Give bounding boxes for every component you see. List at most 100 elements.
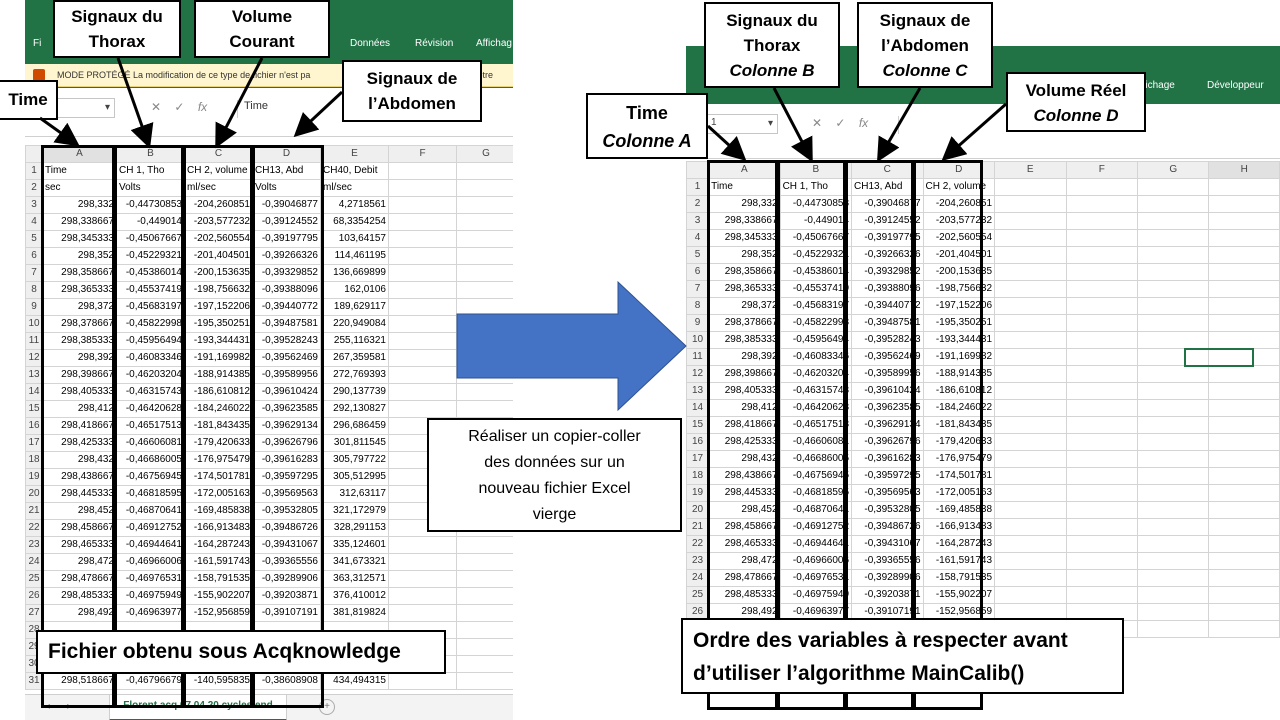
empty-cell[interactable] xyxy=(1136,212,1210,230)
empty-cell[interactable] xyxy=(456,587,513,605)
row-header[interactable]: 3 xyxy=(686,212,710,230)
empty-cell[interactable] xyxy=(994,484,1067,502)
empty-cell[interactable] xyxy=(456,366,513,384)
confirm-icon[interactable]: ✓ xyxy=(174,100,184,114)
empty-cell[interactable] xyxy=(994,280,1067,298)
empty-cell[interactable] xyxy=(456,672,513,690)
row-header[interactable]: 22 xyxy=(25,519,43,537)
row-header[interactable]: 4 xyxy=(25,213,43,231)
row-header[interactable]: 22 xyxy=(686,535,710,553)
empty-cell[interactable] xyxy=(994,501,1067,519)
corner-cell[interactable] xyxy=(25,145,43,163)
row-header[interactable]: 12 xyxy=(686,365,710,383)
empty-cell[interactable] xyxy=(388,570,457,588)
empty-cell[interactable] xyxy=(456,638,513,656)
column-header-g[interactable]: G xyxy=(1136,161,1210,179)
empty-cell[interactable] xyxy=(994,552,1067,570)
row-header[interactable]: 3 xyxy=(25,196,43,214)
empty-cell[interactable] xyxy=(1136,365,1210,383)
row-header[interactable]: 13 xyxy=(25,366,43,384)
cell-e[interactable]: 305,797722 xyxy=(320,451,389,469)
empty-cell[interactable] xyxy=(456,196,513,214)
cell-e[interactable]: 328,291153 xyxy=(320,519,389,537)
cell-e[interactable]: 272,769393 xyxy=(320,366,389,384)
empty-cell[interactable] xyxy=(1136,467,1210,485)
ribbon-file-tab[interactable]: Fi xyxy=(33,38,41,49)
empty-cell[interactable] xyxy=(994,416,1067,434)
row-header[interactable]: 11 xyxy=(25,332,43,350)
empty-cell[interactable] xyxy=(1065,382,1138,400)
row-header[interactable]: 17 xyxy=(25,434,43,452)
empty-cell[interactable] xyxy=(1065,416,1138,434)
cell-e[interactable]: 305,512995 xyxy=(320,468,389,486)
row-header[interactable]: 5 xyxy=(686,246,710,264)
empty-cell[interactable] xyxy=(1065,586,1138,604)
empty-cell[interactable] xyxy=(994,365,1067,383)
cell-e[interactable]: 290,137739 xyxy=(320,383,389,401)
empty-cell[interactable] xyxy=(1136,586,1210,604)
row-header[interactable]: 24 xyxy=(25,553,43,571)
empty-cell[interactable] xyxy=(1208,263,1280,281)
empty-cell[interactable] xyxy=(1136,603,1210,621)
empty-cell[interactable] xyxy=(1208,552,1280,570)
column-header-f[interactable]: F xyxy=(388,145,457,163)
cell-e[interactable]: 189,629117 xyxy=(320,298,389,316)
empty-cell[interactable] xyxy=(1065,433,1138,451)
empty-cell[interactable] xyxy=(456,179,513,197)
row-header[interactable]: 2 xyxy=(686,195,710,213)
row-header[interactable]: 24 xyxy=(686,569,710,587)
row-header[interactable]: 31 xyxy=(25,672,43,690)
empty-cell[interactable] xyxy=(1208,416,1280,434)
empty-cell[interactable] xyxy=(1065,552,1138,570)
empty-cell[interactable] xyxy=(456,332,513,350)
empty-cell[interactable] xyxy=(456,264,513,282)
empty-cell[interactable] xyxy=(994,195,1067,213)
empty-cell[interactable] xyxy=(388,162,457,180)
empty-cell[interactable] xyxy=(1136,501,1210,519)
row-header[interactable]: 11 xyxy=(686,348,710,366)
ribbon-developer-tab[interactable]: Développeur xyxy=(1207,80,1264,91)
empty-cell[interactable] xyxy=(1136,569,1210,587)
empty-cell[interactable] xyxy=(1208,280,1280,298)
row-header[interactable]: 8 xyxy=(25,281,43,299)
empty-cell[interactable] xyxy=(388,604,457,622)
empty-cell[interactable] xyxy=(1065,535,1138,553)
empty-cell[interactable] xyxy=(1208,586,1280,604)
empty-cell[interactable] xyxy=(994,297,1067,315)
empty-cell[interactable] xyxy=(1065,263,1138,281)
empty-cell[interactable] xyxy=(994,348,1067,366)
empty-cell[interactable] xyxy=(994,246,1067,264)
empty-cell[interactable] xyxy=(1065,501,1138,519)
cell-e[interactable]: 381,819824 xyxy=(320,604,389,622)
cell-e[interactable]: 376,410012 xyxy=(320,587,389,605)
cell-e[interactable]: ml/sec xyxy=(320,179,389,197)
row-header[interactable]: 20 xyxy=(25,485,43,503)
empty-cell[interactable] xyxy=(1065,348,1138,366)
row-header[interactable]: 5 xyxy=(25,230,43,248)
empty-cell[interactable] xyxy=(1136,263,1210,281)
row-header[interactable]: 2 xyxy=(25,179,43,197)
empty-cell[interactable] xyxy=(1136,552,1210,570)
empty-cell[interactable] xyxy=(1136,399,1210,417)
empty-cell[interactable] xyxy=(1136,314,1210,332)
cancel-icon[interactable]: ✕ xyxy=(151,100,161,114)
empty-cell[interactable] xyxy=(1136,195,1210,213)
cell-e[interactable]: 68,3354254 xyxy=(320,213,389,231)
empty-cell[interactable] xyxy=(1136,433,1210,451)
empty-cell[interactable] xyxy=(994,433,1067,451)
empty-cell[interactable] xyxy=(1065,280,1138,298)
cell-e[interactable]: CH40, Debit xyxy=(320,162,389,180)
empty-cell[interactable] xyxy=(456,655,513,673)
cell-e[interactable]: 103,64157 xyxy=(320,230,389,248)
cell-e[interactable]: 312,63117 xyxy=(320,485,389,503)
empty-cell[interactable] xyxy=(1136,178,1210,196)
empty-cell[interactable] xyxy=(388,349,457,367)
empty-cell[interactable] xyxy=(994,382,1067,400)
empty-cell[interactable] xyxy=(388,672,457,690)
empty-cell[interactable] xyxy=(994,450,1067,468)
empty-cell[interactable] xyxy=(1208,297,1280,315)
empty-cell[interactable] xyxy=(456,621,513,639)
row-header[interactable]: 1 xyxy=(686,178,710,196)
empty-cell[interactable] xyxy=(1208,603,1280,621)
column-header-e[interactable]: E xyxy=(994,161,1067,179)
